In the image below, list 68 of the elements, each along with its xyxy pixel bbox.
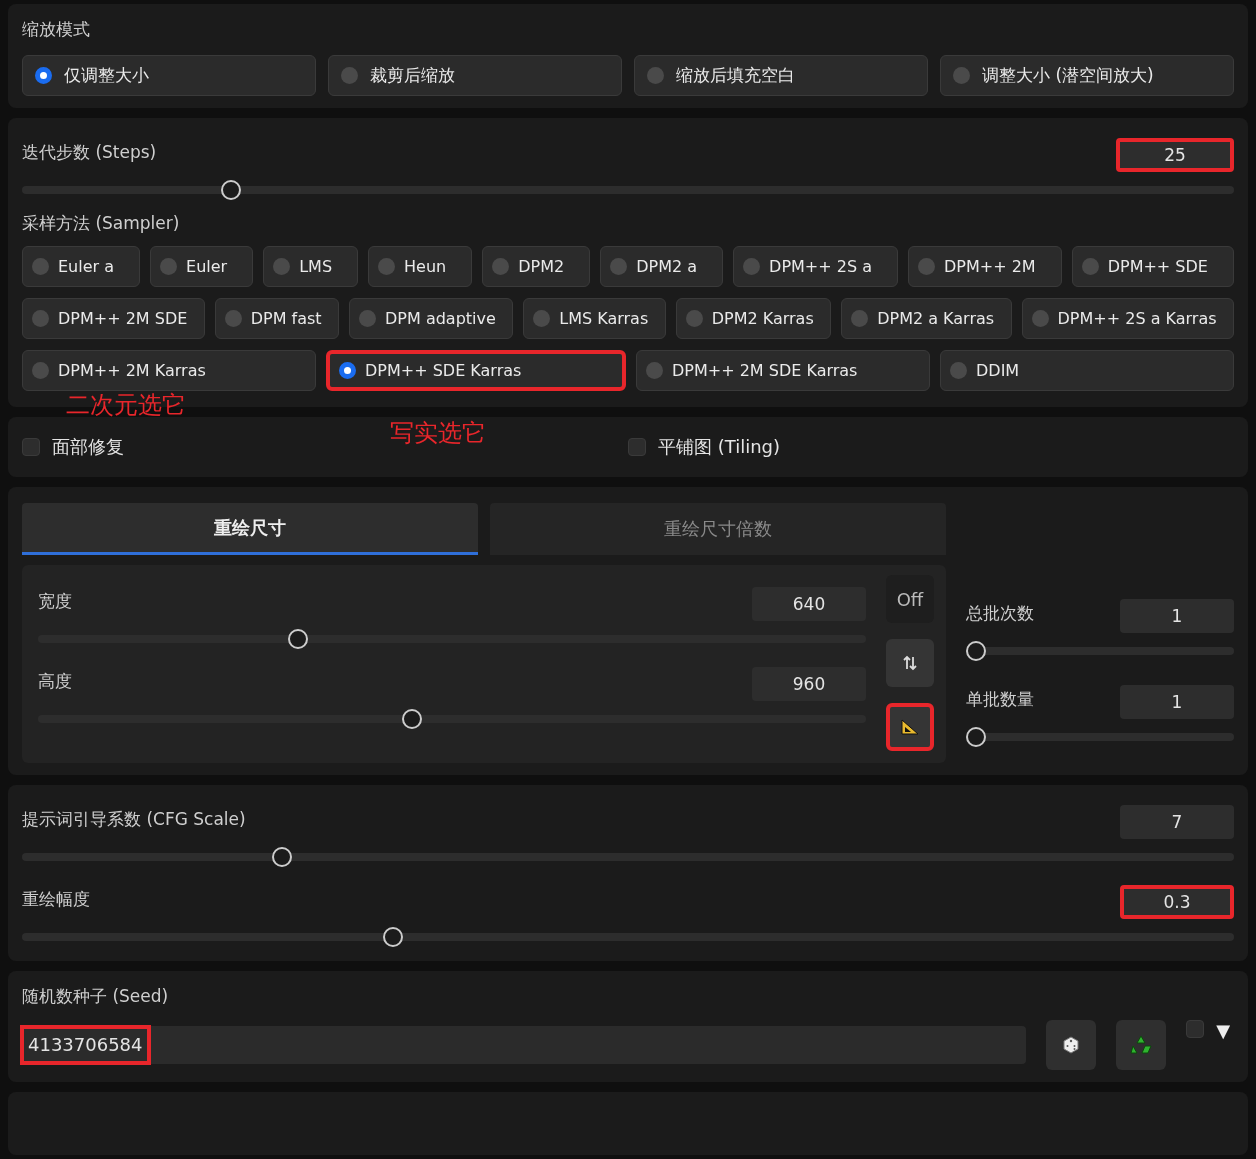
checkbox-label: 平铺图 (Tiling) [658, 435, 781, 459]
dimension-label: 高度 [38, 669, 72, 693]
radio-option[interactable]: Euler a [22, 246, 141, 287]
seed-value: 4133706584 [20, 1025, 151, 1065]
radio-option[interactable]: DPM++ 2M SDE Karras [636, 350, 930, 391]
radio-option[interactable]: DPM2 Karras [675, 298, 832, 339]
steps-label: 迭代步数 (Steps) [22, 140, 157, 164]
radio-option[interactable]: 调整大小 (潜空间放大) [940, 55, 1234, 96]
radio-option[interactable]: DPM++ 2M [908, 246, 1062, 287]
steps-input[interactable]: 25 [1116, 138, 1234, 172]
radio-option[interactable]: DDIM [940, 350, 1234, 391]
radio-option[interactable]: 裁剪后缩放 [328, 55, 622, 96]
slider-thumb[interactable] [966, 641, 986, 661]
radio-option[interactable]: DPM2 a [600, 246, 724, 287]
recycle-icon [1130, 1035, 1153, 1055]
batch-label: 单批数量 [966, 687, 1034, 711]
radio-option[interactable]: DPM++ 2S a [733, 246, 898, 287]
checkbox[interactable] [628, 438, 646, 456]
checkbox[interactable] [1186, 1020, 1205, 1038]
radio-option[interactable]: DPM++ 2M SDE [22, 298, 205, 339]
radio-option[interactable]: DPM++ SDE Karras [326, 350, 626, 391]
tab[interactable]: 重绘尺寸 [22, 503, 478, 555]
slider-thumb[interactable] [966, 727, 986, 747]
off-button[interactable]: Off [886, 575, 934, 623]
checkbox-label: 面部修复 [52, 435, 124, 459]
checkbox[interactable] [22, 438, 40, 456]
cfg-label: 提示词引导系数 (CFG Scale) [22, 807, 246, 831]
radio-option[interactable]: DPM++ 2M Karras [22, 350, 316, 391]
denoise-label: 重绘幅度 [22, 887, 90, 911]
ratio-button[interactable] [886, 703, 934, 751]
dimension-input[interactable]: 640 [752, 587, 866, 621]
cfg-input[interactable]: 7 [1120, 805, 1234, 839]
denoise-input[interactable]: 0.3 [1120, 885, 1234, 919]
dice-button[interactable] [1046, 1020, 1097, 1070]
annotation-text: 写实选它 [390, 418, 486, 449]
batch-label: 总批次数 [966, 601, 1034, 625]
seed-label: 随机数种子 (Seed) [22, 985, 170, 1008]
batch-input[interactable]: 1 [1120, 685, 1234, 719]
tab[interactable]: 重绘尺寸倍数 [490, 503, 946, 555]
slider-thumb[interactable] [272, 847, 293, 867]
sampler-label: 采样方法 (Sampler) [22, 212, 181, 235]
swap-arrows-icon [902, 655, 918, 671]
radio-option[interactable]: DPM adaptive [349, 298, 514, 339]
annotation-text: 二次元选它 [66, 390, 186, 421]
batch-input[interactable]: 1 [1120, 599, 1234, 633]
radio-option[interactable]: LMS [263, 246, 359, 287]
dice-icon [1062, 1036, 1081, 1054]
radio-option[interactable]: Heun [368, 246, 473, 287]
radio-option[interactable]: 缩放后填充空白 [634, 55, 928, 96]
slider-thumb[interactable] [288, 629, 309, 649]
slider-thumb[interactable] [221, 180, 242, 200]
radio-option[interactable]: Euler [150, 246, 254, 287]
slider-thumb[interactable] [401, 709, 422, 729]
seed-input[interactable]: 4133706584 [22, 1026, 1027, 1064]
expand-toggle[interactable]: ▼ [1216, 1020, 1230, 1041]
radio-option[interactable]: DPM++ SDE [1071, 246, 1234, 287]
radio-option[interactable]: DPM2 [482, 246, 591, 287]
dimension-input[interactable]: 960 [752, 667, 866, 701]
radio-option[interactable]: LMS Karras [523, 298, 666, 339]
resize-mode-label: 缩放模式 [22, 18, 91, 41]
swap-button[interactable] [886, 639, 934, 687]
dimension-label: 宽度 [38, 589, 72, 613]
radio-option[interactable]: 仅调整大小 [22, 55, 316, 96]
slider-thumb[interactable] [383, 927, 404, 947]
radio-option[interactable]: DPM++ 2S a Karras [1021, 298, 1234, 339]
radio-option[interactable]: DPM fast [214, 298, 340, 339]
radio-option[interactable]: DPM2 a Karras [841, 298, 1012, 339]
reuse-button[interactable] [1116, 1020, 1167, 1070]
